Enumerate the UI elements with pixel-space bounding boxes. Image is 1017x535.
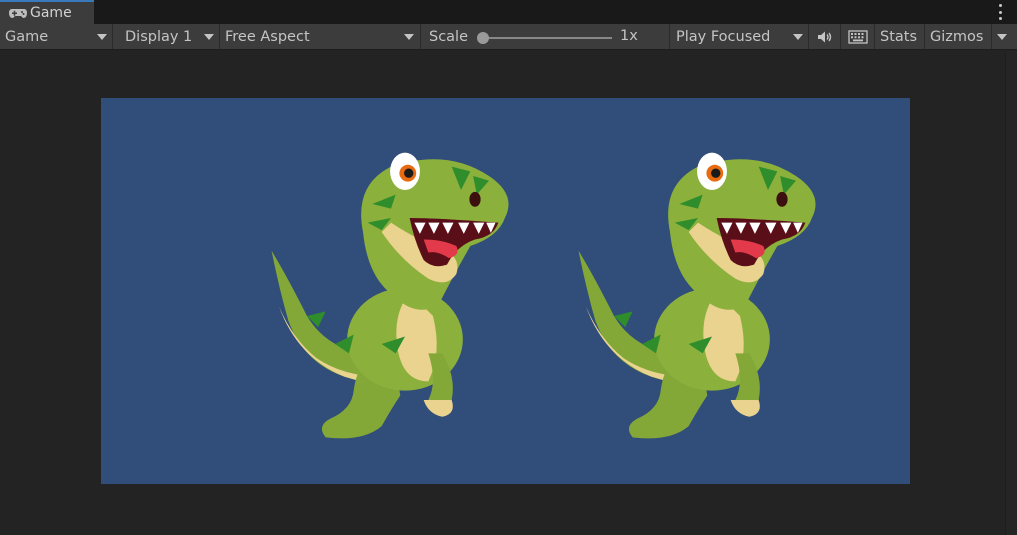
stats-button[interactable]: Stats [875, 24, 925, 49]
scale-label: Scale [429, 28, 469, 45]
kebab-menu-icon[interactable] [997, 4, 1003, 20]
display-label: Display 1 [125, 28, 193, 45]
keyboard-icon [847, 29, 868, 44]
play-mode-label: Play Focused [676, 28, 771, 45]
gizmos-button[interactable]: Gizmos [925, 24, 992, 49]
chevron-down-icon [204, 34, 214, 40]
chevron-down-icon [997, 34, 1007, 40]
mute-audio-button[interactable] [809, 24, 841, 49]
gamepad-icon [8, 7, 28, 19]
speaker-icon [817, 31, 831, 42]
view-mode-label: Game [5, 28, 49, 45]
play-mode-dropdown[interactable]: Play Focused [670, 24, 809, 49]
game-render-area[interactable] [101, 98, 910, 484]
tab-game[interactable]: Game [0, 0, 94, 24]
dinosaur-sprite[interactable] [558, 128, 838, 448]
dinosaur-sprite[interactable] [251, 128, 531, 448]
view-mode-dropdown[interactable]: Game [0, 24, 113, 49]
chevron-down-icon [793, 34, 803, 40]
vertical-scrollbar[interactable] [1005, 51, 1017, 535]
scale-slider-handle[interactable] [477, 32, 489, 44]
tab-bar: Game [0, 0, 1017, 24]
display-dropdown[interactable]: Display 1 [113, 24, 220, 49]
aspect-label: Free Aspect [225, 28, 310, 45]
stats-label: Stats [880, 28, 918, 45]
gizmos-label: Gizmos [930, 28, 984, 45]
tab-label: Game [30, 5, 72, 21]
chevron-down-icon [97, 34, 107, 40]
chevron-down-icon [404, 34, 414, 40]
scale-slider-track[interactable] [485, 37, 612, 39]
gizmos-dropdown[interactable] [992, 24, 1017, 49]
scale-value: 1x [620, 28, 638, 44]
shortcuts-button[interactable] [841, 24, 875, 49]
aspect-dropdown[interactable]: Free Aspect [220, 24, 421, 49]
